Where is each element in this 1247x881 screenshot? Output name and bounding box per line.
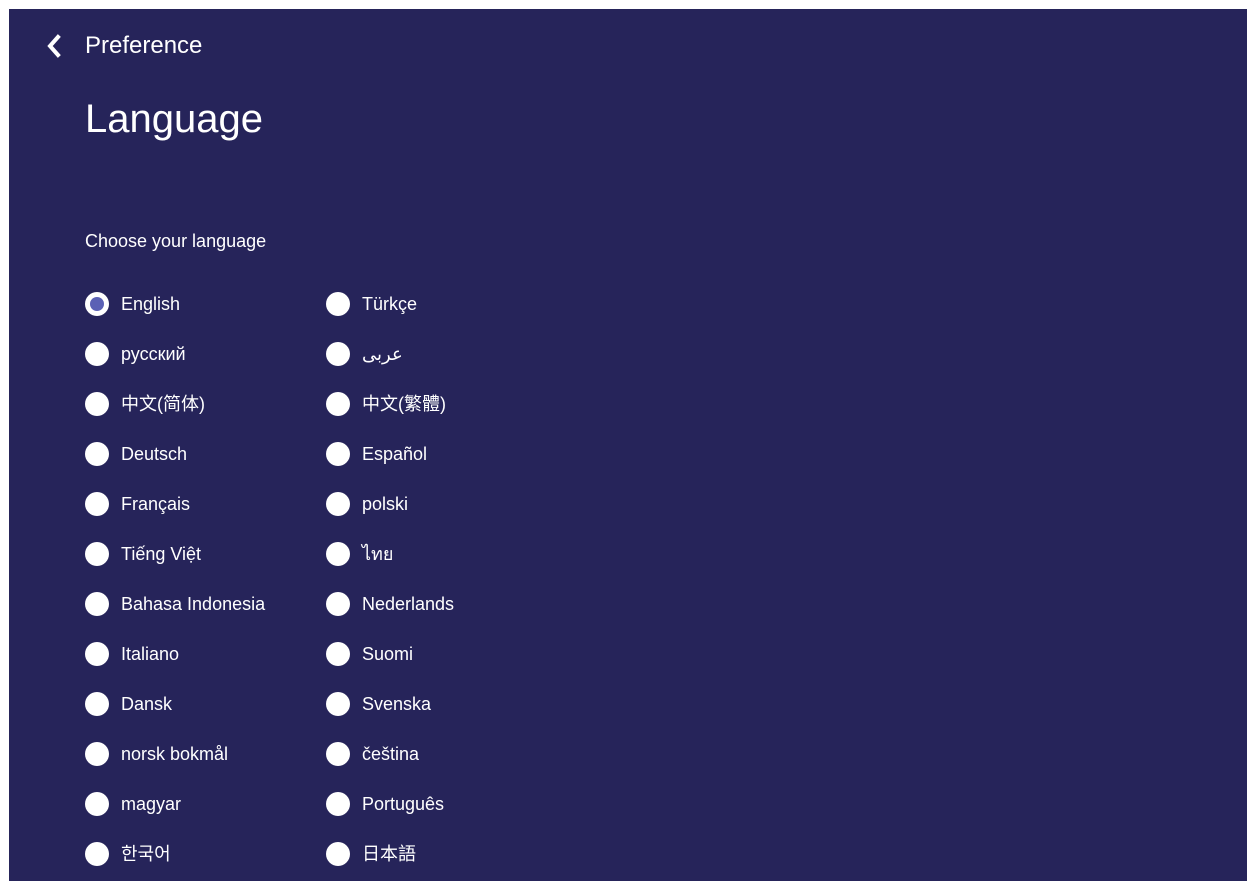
radio-unselected-icon[interactable] (85, 792, 109, 816)
page-subtitle: Choose your language (85, 231, 267, 251)
language-label: Français (121, 494, 191, 514)
radio-unselected-icon[interactable] (85, 342, 109, 366)
radio-dot (90, 297, 104, 311)
radio-unselected-icon[interactable] (85, 642, 109, 666)
language-label: Italiano (121, 644, 180, 664)
language-label: русский (121, 344, 186, 364)
radio-unselected-icon[interactable] (326, 692, 350, 716)
language-label: Suomi (362, 644, 414, 664)
radio-unselected-icon[interactable] (85, 842, 109, 866)
radio-unselected-icon[interactable] (85, 392, 109, 416)
language-option[interactable]: Español (326, 439, 567, 469)
chevron-left-icon (47, 34, 61, 58)
page-title: Language (85, 97, 263, 141)
radio-unselected-icon[interactable] (326, 742, 350, 766)
language-option[interactable]: 中文(繁體) (326, 389, 567, 419)
language-label: 日本語 (362, 844, 416, 864)
language-label: Nederlands (362, 594, 455, 614)
language-label: عربى (362, 344, 403, 364)
language-label: Türkçe (362, 294, 418, 314)
language-label: 한국어 (121, 844, 171, 864)
language-label: Dansk (121, 694, 173, 714)
language-option[interactable]: Türkçe (326, 289, 567, 319)
language-option[interactable]: Bahasa Indonesia (85, 589, 326, 619)
language-option[interactable]: norsk bokmål (85, 739, 326, 769)
language-option[interactable]: Suomi (326, 639, 567, 669)
language-option[interactable]: 日本語 (326, 839, 567, 869)
language-option[interactable]: Italiano (85, 639, 326, 669)
language-label: Svenska (362, 694, 432, 714)
breadcrumb-preference[interactable]: Preference (85, 31, 202, 61)
language-label: čeština (362, 744, 420, 764)
language-option[interactable]: English (85, 289, 326, 319)
language-option[interactable]: Nederlands (326, 589, 567, 619)
language-label: Deutsch (121, 444, 188, 464)
language-option[interactable]: Svenska (326, 689, 567, 719)
radio-unselected-icon[interactable] (326, 392, 350, 416)
language-option[interactable]: Français (85, 489, 326, 519)
radio-unselected-icon[interactable] (326, 642, 350, 666)
radio-unselected-icon[interactable] (85, 492, 109, 516)
radio-unselected-icon[interactable] (326, 342, 350, 366)
radio-unselected-icon[interactable] (326, 842, 350, 866)
language-label: 中文(简体) (121, 394, 205, 414)
language-option[interactable]: عربى (326, 339, 567, 369)
language-option[interactable]: Português (326, 789, 567, 819)
radio-unselected-icon[interactable] (85, 442, 109, 466)
language-option[interactable]: русский (85, 339, 326, 369)
language-label: English (121, 294, 181, 314)
language-option[interactable]: magyar (85, 789, 326, 819)
radio-unselected-icon[interactable] (326, 792, 350, 816)
language-option[interactable]: Deutsch (85, 439, 326, 469)
radio-unselected-icon[interactable] (85, 742, 109, 766)
radio-selected-icon[interactable] (85, 292, 109, 316)
back-button[interactable] (39, 31, 69, 61)
language-label: norsk bokmål (121, 744, 229, 764)
language-label: 中文(繁體) (362, 394, 446, 414)
language-option[interactable]: ไทย (326, 539, 567, 569)
language-option[interactable]: polski (326, 489, 567, 519)
language-label: Português (362, 794, 445, 814)
language-radio-group: English Türkçe русский عربى 中文(简体) 中文(繁體) Deut… (85, 289, 567, 881)
radio-unselected-icon[interactable] (326, 442, 350, 466)
language-option[interactable]: Tiếng Việt (85, 539, 326, 569)
language-label: Español (362, 444, 428, 464)
language-option[interactable]: 한국어 (85, 839, 326, 869)
language-label: polski (362, 494, 409, 514)
radio-unselected-icon[interactable] (326, 292, 350, 316)
radio-unselected-icon[interactable] (326, 492, 350, 516)
radio-unselected-icon[interactable] (85, 692, 109, 716)
radio-unselected-icon[interactable] (326, 542, 350, 566)
language-label: Bahasa Indonesia (121, 594, 266, 614)
language-option[interactable]: Dansk (85, 689, 326, 719)
radio-unselected-icon[interactable] (85, 542, 109, 566)
language-label: ไทย (362, 544, 394, 564)
language-label: Tiếng Việt (121, 544, 202, 564)
radio-unselected-icon[interactable] (326, 592, 350, 616)
language-option[interactable]: čeština (326, 739, 567, 769)
language-settings-screen: Preference Language Choose your language… (9, 9, 1247, 881)
language-label: magyar (121, 794, 182, 814)
language-option[interactable]: 中文(简体) (85, 389, 326, 419)
radio-unselected-icon[interactable] (85, 592, 109, 616)
